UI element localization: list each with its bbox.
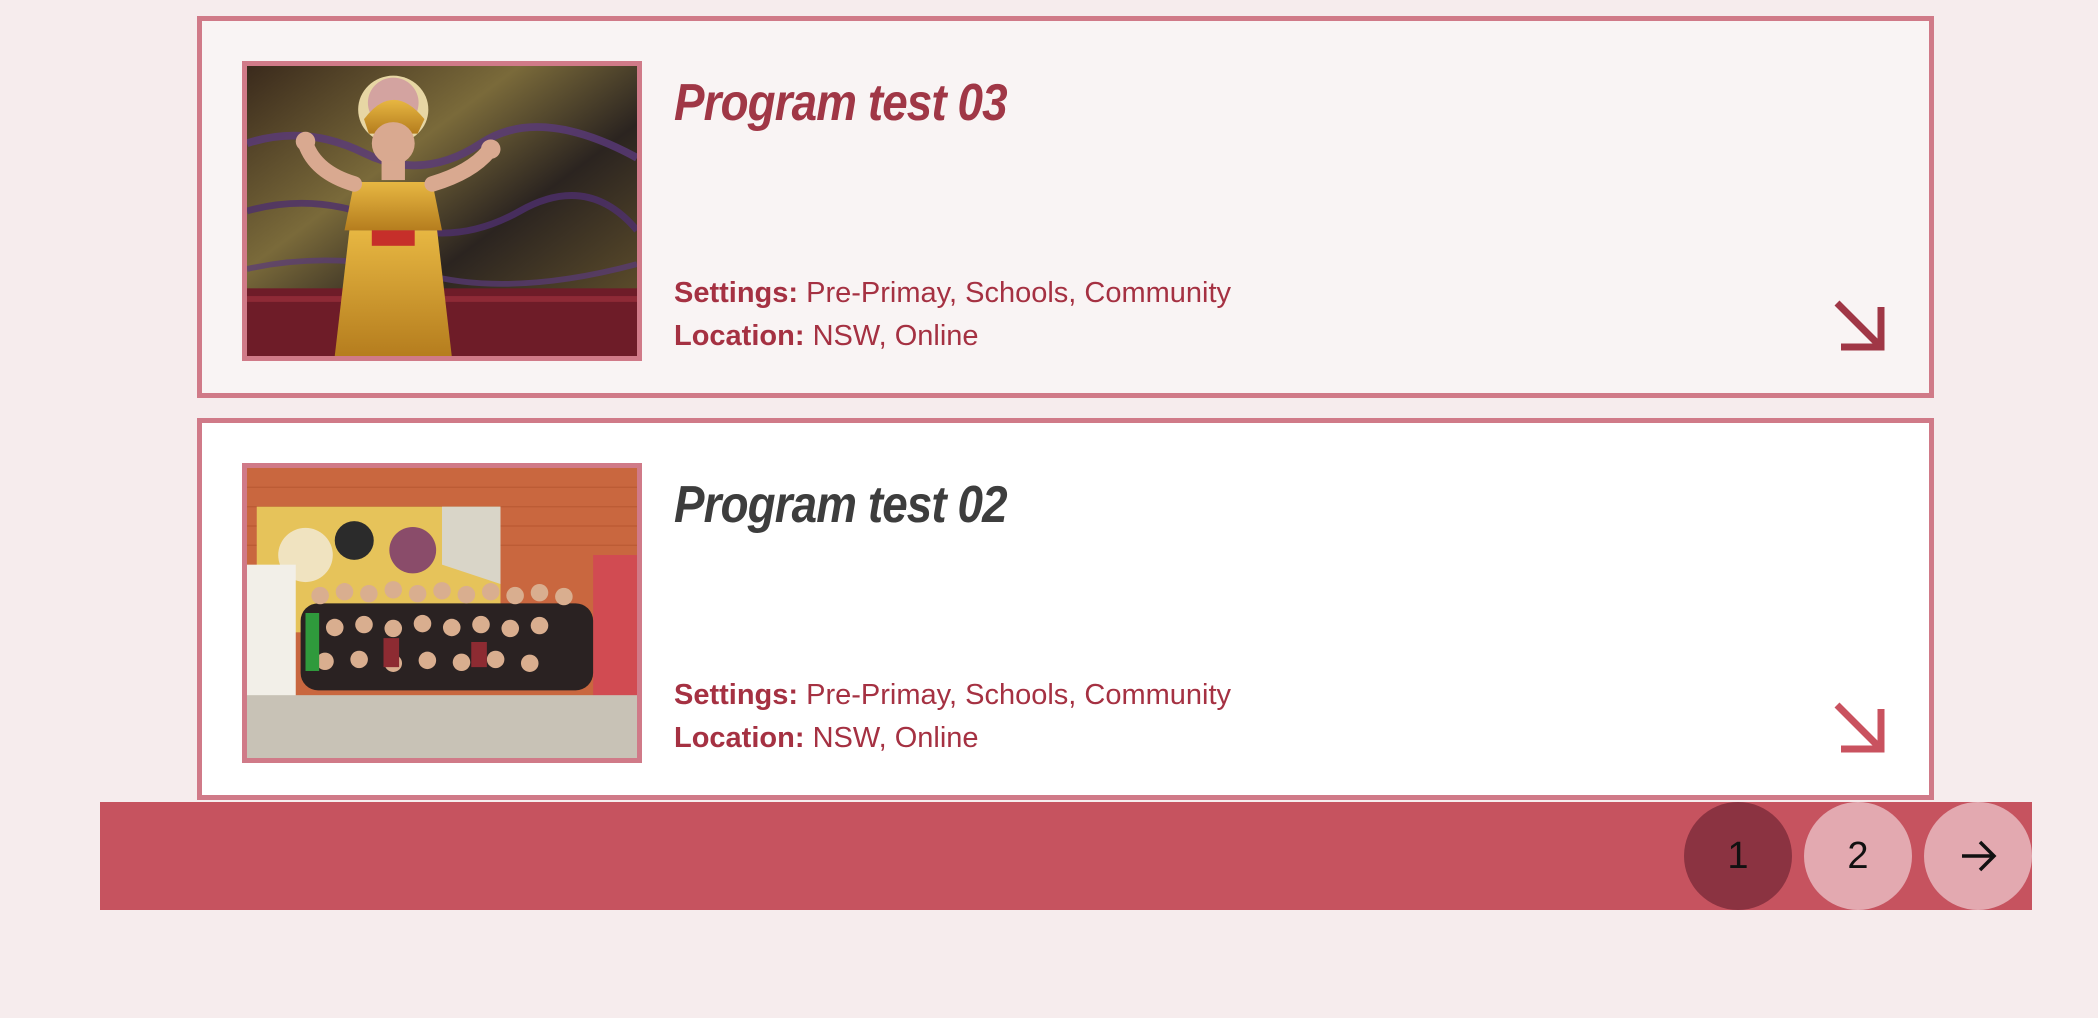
location-value: NSW, Online [812,722,979,754]
location-label: Location: [674,722,805,754]
program-image-group[interactable] [242,463,642,763]
program-settings: Settings: Pre-Primay, Schools, Community [674,679,1231,712]
pagination-bar: 1 2 [100,802,2032,910]
program-image-dancer[interactable] [242,61,642,361]
arrow-down-right-icon[interactable] [1831,297,1889,355]
arrow-right-icon [1962,840,1997,872]
program-card[interactable]: Program test 02 Settings: Pre-Primay, Sc… [197,418,1934,800]
program-title[interactable]: Program test 03 [674,73,1008,133]
settings-value: Pre-Primay, Schools, Community [806,679,1232,711]
next-page-button[interactable] [1924,802,2032,910]
settings-value: Pre-Primay, Schools, Community [806,277,1232,309]
settings-label: Settings: [674,679,799,711]
program-location: Location: NSW, Online [674,320,979,353]
program-card[interactable]: Program test 03 Settings: Pre-Primay, Sc… [197,16,1934,398]
location-value: NSW, Online [812,320,979,352]
location-label: Location: [674,320,805,352]
settings-label: Settings: [674,277,799,309]
program-location: Location: NSW, Online [674,722,979,755]
group-photo-icon [247,468,637,758]
program-settings: Settings: Pre-Primay, Schools, Community [674,277,1231,310]
program-title[interactable]: Program test 02 [674,475,1008,535]
dancer-photo-icon [247,66,637,356]
page-button-2[interactable]: 2 [1804,802,1912,910]
arrow-down-right-icon[interactable] [1831,699,1889,757]
page-button-1[interactable]: 1 [1684,802,1792,910]
